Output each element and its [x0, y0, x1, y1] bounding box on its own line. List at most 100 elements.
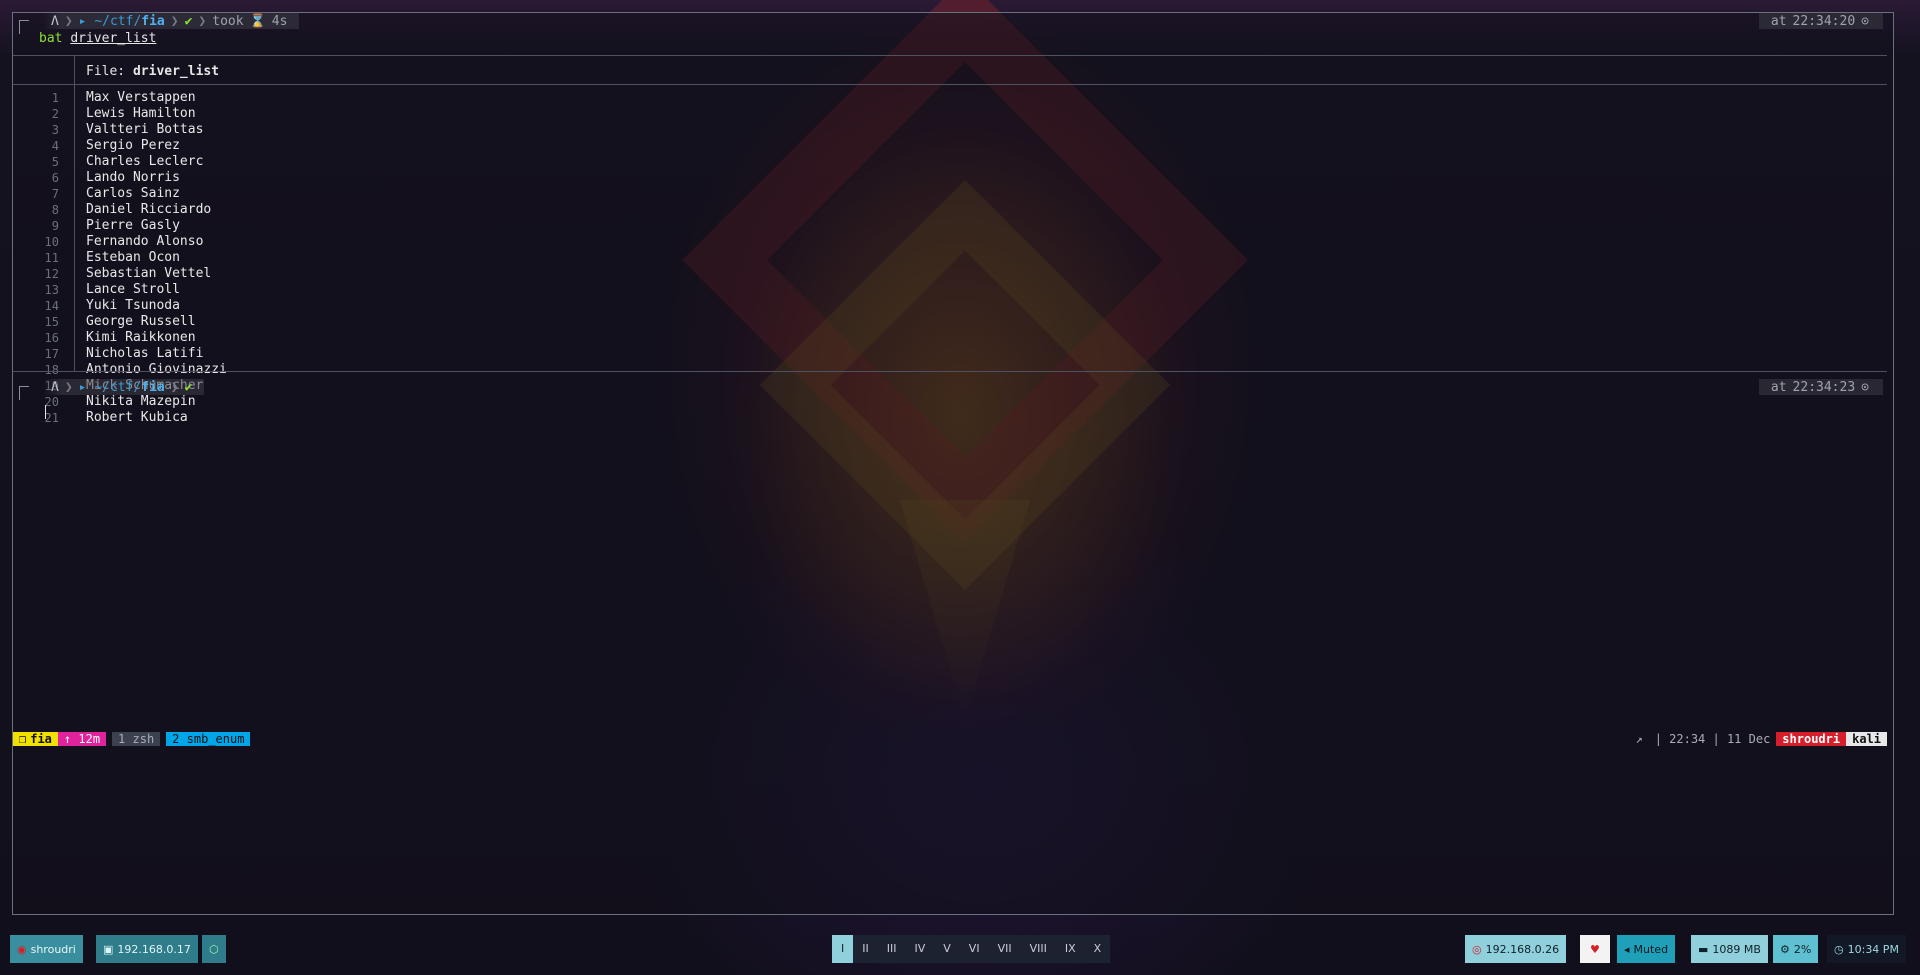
tmux-clock: | 22:34 | 11 Dec [1654, 732, 1771, 746]
line-text: Fernando Alonso [86, 234, 204, 249]
line-text: Valtteri Bottas [86, 122, 204, 137]
line-number: 9 [51, 219, 59, 233]
prompt-segment-left: Λ ❯ ▸ ~/ctf/fia ❯ ✔ [43, 379, 205, 395]
workspace-10[interactable]: X [1085, 935, 1111, 963]
folder-icon: ▸ [78, 13, 95, 29]
bat-line: 6 Lando Norris [13, 170, 1887, 186]
folder-path: ▸ ~/ctf/fia [78, 13, 165, 29]
line-text: Max Verstappen [86, 90, 196, 105]
bat-file-title: File: driver_list [86, 64, 220, 79]
bat-line: 9 Pierre Gasly [13, 218, 1887, 234]
tmux-session[interactable]: ❒ fia [13, 732, 58, 746]
line-number: 13 [44, 283, 59, 297]
command-argument[interactable]: driver_list [70, 31, 156, 46]
line-text: Esteban Ocon [86, 250, 180, 265]
bat-gutter-divider [74, 56, 75, 84]
line-number: 8 [51, 203, 59, 217]
status-ok-icon: ✔ [184, 13, 193, 29]
prompt-time: 22:34:23 [1792, 379, 1856, 395]
cpu-module[interactable]: ⚙ 2% [1773, 935, 1819, 963]
user-icon: Λ [51, 13, 59, 29]
line-number: 18 [44, 363, 59, 377]
workspace-6[interactable]: VI [960, 935, 989, 963]
line-text: George Russell [86, 314, 196, 329]
tmux-window-zsh[interactable]: 1 zsh [112, 732, 161, 746]
target-ip-module[interactable]: ◎ 192.168.0.26 [1465, 935, 1567, 963]
workspace-3[interactable]: III [878, 935, 906, 963]
monitor-icon: ▣ [103, 942, 114, 956]
bat-line: 21 Robert Kubica [13, 410, 1887, 426]
user-module[interactable]: ◉ shroudri [10, 935, 83, 963]
workspace-8[interactable]: VIII [1021, 935, 1056, 963]
arrow-icon: ↗ [1635, 732, 1643, 746]
prompt-line: Λ ❯ ▸ ~/ctf/fia ❯ ✔ at 22:34:23 ⊙ [13, 379, 1893, 400]
line-text: Lando Norris [86, 170, 180, 185]
line-text: Robert Kubica [86, 410, 188, 425]
bat-line: 20 Nikita Mazepin [13, 394, 1887, 410]
bat-line: 8 Daniel Ricciardo [13, 202, 1887, 218]
clock-icon: ⊙ [1861, 13, 1869, 29]
command-duration: 4s [271, 13, 288, 29]
bat-line: 13 Lance Stroll [13, 282, 1887, 298]
line-number: 7 [51, 187, 59, 201]
local-ip-module[interactable]: ▣ 192.168.0.17 [96, 935, 198, 963]
bat-line: 12 Sebastian Vettel [13, 266, 1887, 282]
cube-icon: ⬡ [209, 942, 219, 956]
terminal-window[interactable]: Λ ❯ ▸ ~/ctf/fia ❯ ✔ ❯ took ⌛ 4s at 22:34… [12, 12, 1894, 915]
heart-module[interactable]: ♥ [1580, 935, 1610, 963]
bat-line: 14 Yuki Tsunoda [13, 298, 1887, 314]
bat-line: 7 Carlos Sainz [13, 186, 1887, 202]
workspace-9[interactable]: IX [1056, 935, 1085, 963]
clock-module[interactable]: ◷ 10:34 PM [1827, 935, 1906, 963]
workspace-5[interactable]: V [934, 935, 960, 963]
clock-icon: ◷ [1834, 942, 1844, 956]
status-ok-icon: ✔ [184, 379, 193, 395]
prompt-bracket [19, 386, 29, 400]
text-cursor[interactable] [45, 405, 46, 419]
line-number: 6 [51, 171, 59, 185]
line-number: 4 [51, 139, 59, 153]
tmux-status-right: ↗ | 22:34 | 11 Dec shroudri kali [1629, 732, 1887, 746]
chevron-right-icon: ❯ [64, 13, 73, 29]
speaker-muted-icon: ◂ [1624, 942, 1630, 956]
bat-line: 15 George Russell [13, 314, 1887, 330]
bat-line: 3 Valtteri Bottas [13, 122, 1887, 138]
chevron-right-icon: ❯ [64, 379, 73, 395]
bat-line: 1 Max Verstappen [13, 90, 1887, 106]
prompt-segment-right: at 22:34:23 ⊙ [1758, 379, 1883, 395]
bat-line: 16 Kimi Raikkonen [13, 330, 1887, 346]
tmux-user: shroudri [1776, 732, 1847, 746]
chevron-right-icon: ❯ [198, 13, 207, 29]
bat-lines: 1 Max Verstappen 2 Lewis Hamilton 3 Valtteri … [13, 90, 1887, 426]
command-line: bat driver_list [39, 31, 156, 46]
bat-line: 4 Sergio Perez [13, 138, 1887, 154]
memory-module[interactable]: ▬ 1089 MB [1691, 935, 1768, 963]
tmux-status-bar: ❒ fia ↑ 12m 1 zsh 2 smb_enum ↗ | 22:34 | … [13, 732, 1887, 746]
workspace-4[interactable]: IV [905, 935, 934, 963]
line-text: Lewis Hamilton [86, 106, 196, 121]
chevron-right-icon: ❯ [170, 379, 179, 395]
line-text: Sergio Perez [86, 138, 180, 153]
tmux-host: kali [1846, 732, 1887, 746]
tmux-window-smb-enum[interactable]: 2 smb_enum [166, 732, 251, 746]
folder-icon: ▸ [78, 379, 95, 395]
bat-line: 18 Antonio Giovinazzi [13, 362, 1887, 378]
line-text: Pierre Gasly [86, 218, 180, 233]
vpn-module[interactable]: ⬡ [202, 935, 226, 963]
user-icon: ◉ [17, 942, 27, 956]
workspace-7[interactable]: VII [989, 935, 1021, 963]
line-number: 12 [44, 267, 59, 281]
workspace-switcher: I II III IV V VI VII VIII IX X [832, 935, 1111, 963]
prompt-segment-right: at 22:34:20 ⊙ [1758, 13, 1883, 29]
line-number: 15 [44, 315, 59, 329]
workspace-2[interactable]: II [853, 935, 878, 963]
workspace-1[interactable]: I [832, 935, 854, 963]
clock-icon: ⊙ [1861, 379, 1869, 395]
line-number: 14 [44, 299, 59, 313]
cpu-icon: ⚙ [1780, 942, 1790, 956]
volume-module[interactable]: ◂ Muted [1617, 935, 1676, 963]
chevron-right-icon: ❯ [170, 13, 179, 29]
line-number: 16 [44, 331, 59, 345]
line-text: Sebastian Vettel [86, 266, 212, 281]
line-text: Antonio Giovinazzi [86, 362, 227, 377]
